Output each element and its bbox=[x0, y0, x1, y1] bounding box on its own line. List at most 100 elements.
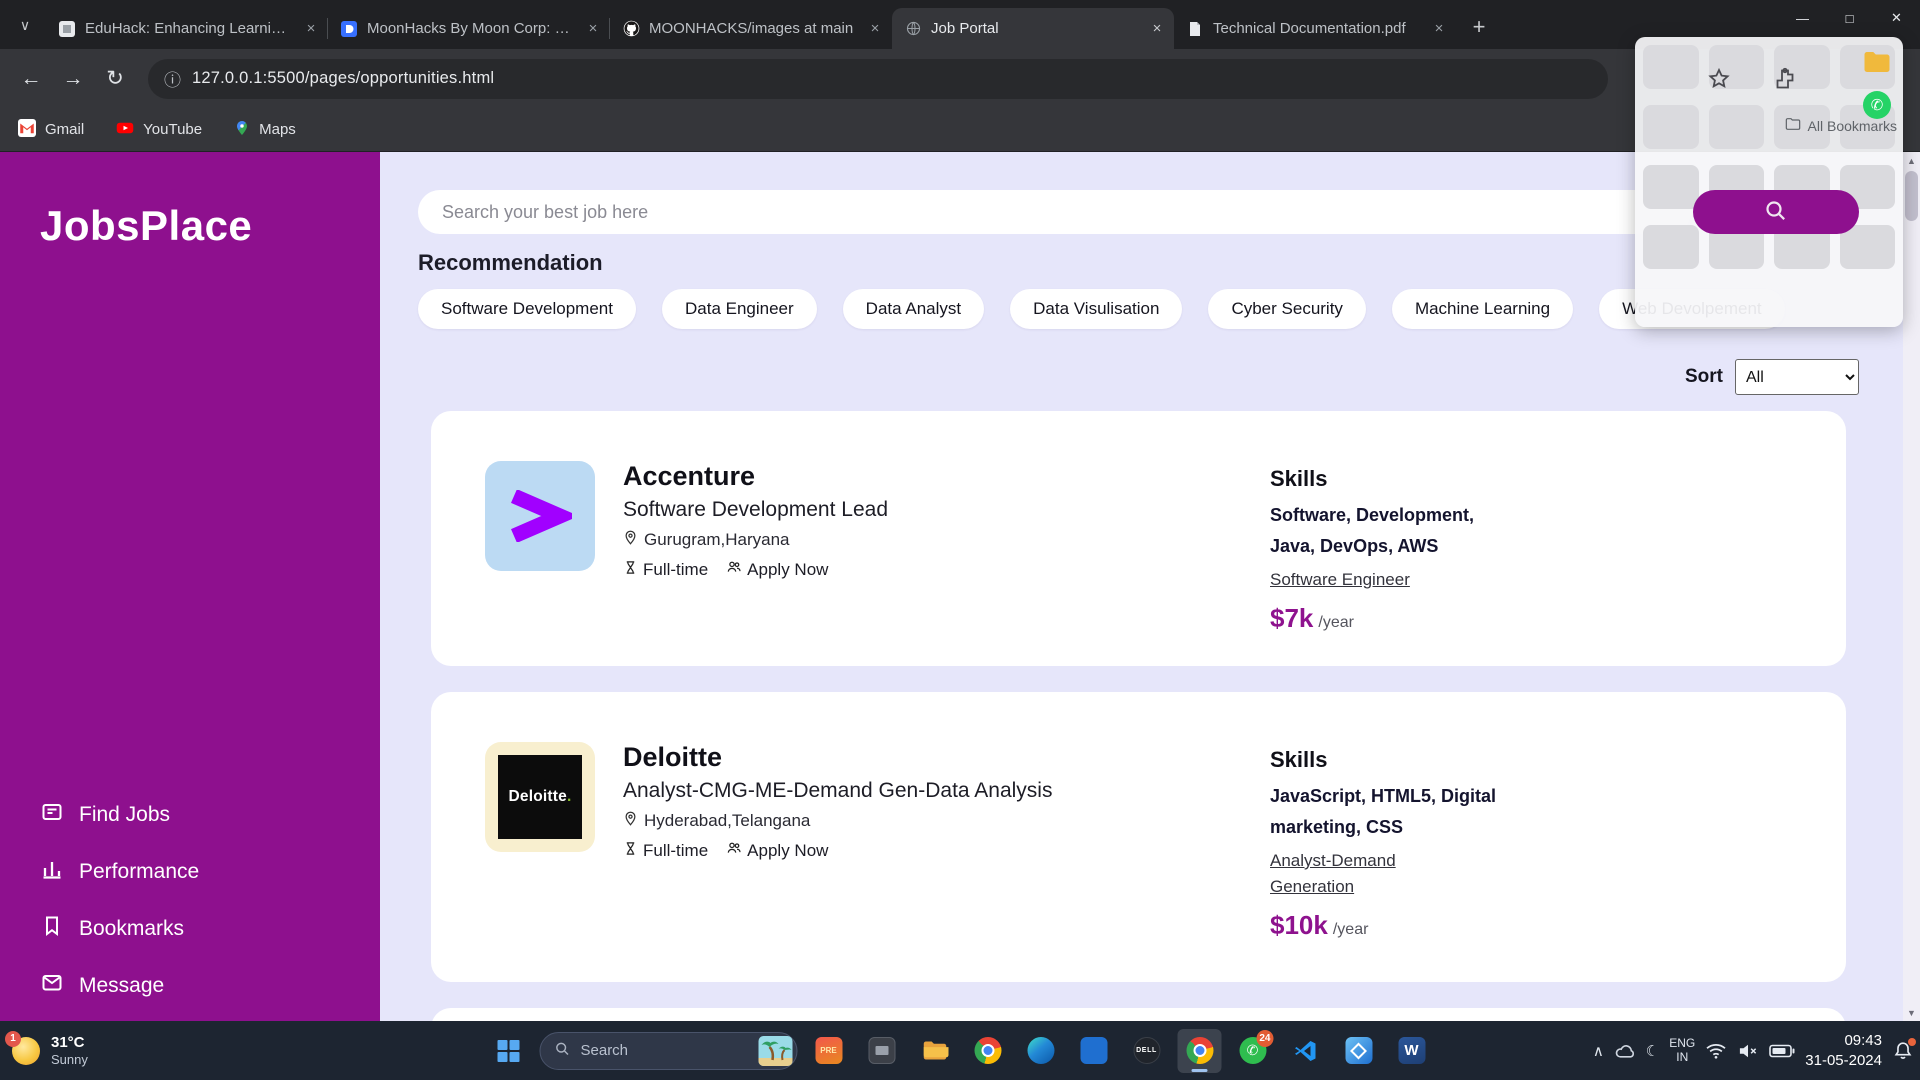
taskbar-clock[interactable]: 09:43 31-05-2024 bbox=[1805, 1031, 1882, 1070]
app-window-icon[interactable] bbox=[860, 1029, 904, 1073]
category-cyber-security[interactable]: Cyber Security bbox=[1208, 289, 1365, 329]
whatsapp-icon[interactable]: ✆ 24 bbox=[1231, 1029, 1275, 1073]
role-link[interactable]: Software Engineer bbox=[1270, 567, 1410, 593]
all-bookmarks-label: All Bookmarks bbox=[1808, 118, 1897, 134]
tray-chevron-up-icon[interactable]: ∧ bbox=[1593, 1042, 1604, 1060]
extensions-puzzle-icon[interactable] bbox=[1773, 67, 1797, 91]
bookmark-label: Gmail bbox=[45, 121, 84, 138]
app-pre-icon[interactable]: PRE bbox=[807, 1029, 851, 1073]
hourglass-icon bbox=[623, 560, 638, 580]
whatsapp-icon[interactable]: ✆ bbox=[1863, 91, 1891, 119]
job-info: Accenture Software Development Lead Guru… bbox=[623, 461, 1243, 638]
tab-title: MOONHACKS/images at main bbox=[649, 20, 857, 37]
close-tab-icon[interactable]: × bbox=[1148, 20, 1166, 38]
hourglass-icon bbox=[623, 841, 638, 861]
all-bookmarks-button[interactable]: All Bookmarks bbox=[1785, 117, 1897, 134]
employment-type-label: Full-time bbox=[643, 841, 708, 861]
scroll-down-icon[interactable]: ▼ bbox=[1903, 1004, 1920, 1021]
site-info-icon[interactable]: ⓘ bbox=[164, 66, 181, 91]
bookmark-youtube[interactable]: YouTube bbox=[116, 119, 202, 141]
brand-title: JobsPlace bbox=[40, 202, 380, 250]
screen: ∨ EduHack: Enhancing Learning E × MoonHa… bbox=[0, 0, 1920, 1080]
weather-widget[interactable]: 1 31°C Sunny bbox=[10, 1021, 88, 1080]
sidebar: JobsPlace Find Jobs Performance Bookmark… bbox=[0, 152, 380, 1021]
skills-heading: Skills bbox=[1270, 747, 1806, 773]
sidebar-item-performance[interactable]: Performance bbox=[40, 857, 199, 887]
maximize-icon[interactable]: □ bbox=[1826, 0, 1873, 36]
overlay-cell bbox=[1840, 225, 1896, 269]
salary-period: /year bbox=[1333, 921, 1369, 939]
store-icon[interactable] bbox=[1072, 1029, 1116, 1073]
tab-moonhacks[interactable]: MoonHacks By Moon Corp: Mo × bbox=[328, 8, 610, 49]
close-tab-icon[interactable]: × bbox=[584, 20, 602, 38]
scroll-up-icon[interactable]: ▲ bbox=[1903, 152, 1920, 169]
bookmark-label: YouTube bbox=[143, 121, 202, 138]
close-tab-icon[interactable]: × bbox=[866, 20, 884, 38]
category-machine-learning[interactable]: Machine Learning bbox=[1392, 289, 1573, 329]
apply-now-link[interactable]: Apply Now bbox=[726, 559, 828, 580]
notification-bell-icon[interactable] bbox=[1892, 1040, 1914, 1062]
close-tab-icon[interactable]: × bbox=[1430, 20, 1448, 38]
render-glitch-overlay: ✆ All Bookmarks bbox=[1635, 37, 1903, 327]
language-switcher[interactable]: ENG IN bbox=[1669, 1037, 1695, 1065]
minimize-icon[interactable]: — bbox=[1779, 0, 1826, 36]
sidebar-item-find-jobs[interactable]: Find Jobs bbox=[40, 800, 199, 830]
close-icon[interactable]: ✕ bbox=[1873, 0, 1920, 36]
sidebar-item-bookmarks[interactable]: Bookmarks bbox=[40, 914, 199, 944]
close-tab-icon[interactable]: × bbox=[302, 20, 320, 38]
job-card-accenture: Accenture Software Development Lead Guru… bbox=[431, 411, 1846, 666]
wifi-icon[interactable] bbox=[1705, 1042, 1727, 1060]
folder-icon[interactable] bbox=[1862, 49, 1892, 75]
reload-icon[interactable]: ↻ bbox=[96, 60, 134, 98]
notification-dot bbox=[1908, 1038, 1916, 1046]
category-data-analyst[interactable]: Data Analyst bbox=[843, 289, 984, 329]
volume-muted-icon[interactable] bbox=[1737, 1042, 1759, 1060]
windows-taskbar: 1 31°C Sunny Search PRE DELL ✆ bbox=[0, 1021, 1920, 1080]
category-data-visualisation[interactable]: Data Visulisation bbox=[1010, 289, 1182, 329]
new-tab-button[interactable]: + bbox=[1464, 12, 1494, 42]
night-mode-icon[interactable]: ☾ bbox=[1646, 1042, 1659, 1060]
chrome-active-icon[interactable] bbox=[1178, 1029, 1222, 1073]
page-scrollbar[interactable]: ▲ ▼ bbox=[1903, 152, 1920, 1021]
maps-pin-icon bbox=[234, 120, 250, 140]
dell-icon[interactable]: DELL bbox=[1125, 1029, 1169, 1073]
role-link[interactable]: Analyst-Demand Generation bbox=[1270, 848, 1480, 900]
search-icon bbox=[1764, 199, 1788, 226]
sort-select[interactable]: All bbox=[1735, 359, 1859, 395]
onedrive-cloud-icon[interactable] bbox=[1614, 1042, 1636, 1060]
overlay-cell bbox=[1643, 225, 1699, 269]
vscode-icon[interactable] bbox=[1284, 1029, 1328, 1073]
deloitte-green-dot: . bbox=[567, 788, 572, 805]
category-software-development[interactable]: Software Development bbox=[418, 289, 636, 329]
file-explorer-icon[interactable] bbox=[913, 1029, 957, 1073]
job-board-icon bbox=[40, 800, 64, 830]
bookmark-maps[interactable]: Maps bbox=[234, 120, 296, 140]
edge-icon[interactable] bbox=[1019, 1029, 1063, 1073]
bookmark-gmail[interactable]: Gmail bbox=[18, 119, 84, 141]
battery-icon[interactable] bbox=[1769, 1044, 1795, 1058]
tab-github[interactable]: MOONHACKS/images at main × bbox=[610, 8, 892, 49]
address-bar[interactable]: ⓘ 127.0.0.1:5500/pages/opportunities.htm… bbox=[148, 59, 1608, 99]
people-icon bbox=[726, 559, 742, 580]
chrome-icon[interactable] bbox=[966, 1029, 1010, 1073]
tab-eduhack[interactable]: EduHack: Enhancing Learning E × bbox=[46, 8, 328, 49]
sidebar-item-message[interactable]: Message bbox=[40, 971, 199, 1001]
back-icon[interactable]: ← bbox=[12, 60, 50, 98]
start-button[interactable] bbox=[487, 1029, 531, 1073]
tab-search-button[interactable]: ∨ bbox=[10, 10, 40, 40]
bookmark-star-icon[interactable] bbox=[1707, 67, 1731, 91]
tab-pdf[interactable]: Technical Documentation.pdf × bbox=[1174, 8, 1456, 49]
category-data-engineer[interactable]: Data Engineer bbox=[662, 289, 817, 329]
taskbar-search[interactable]: Search bbox=[540, 1032, 798, 1070]
apply-now-link[interactable]: Apply Now bbox=[726, 840, 828, 861]
forward-icon[interactable]: → bbox=[54, 60, 92, 98]
job-search-input[interactable] bbox=[418, 190, 1691, 234]
tab-job-portal[interactable]: Job Portal × bbox=[892, 8, 1174, 49]
weather-badge: 1 bbox=[5, 1031, 21, 1047]
window-controls: — □ ✕ bbox=[1779, 0, 1920, 36]
scrollbar-thumb[interactable] bbox=[1905, 171, 1918, 221]
word-icon[interactable]: W bbox=[1390, 1029, 1434, 1073]
photos-icon[interactable] bbox=[1337, 1029, 1381, 1073]
job-search-button[interactable] bbox=[1693, 190, 1859, 234]
location-pin-icon bbox=[623, 811, 638, 831]
